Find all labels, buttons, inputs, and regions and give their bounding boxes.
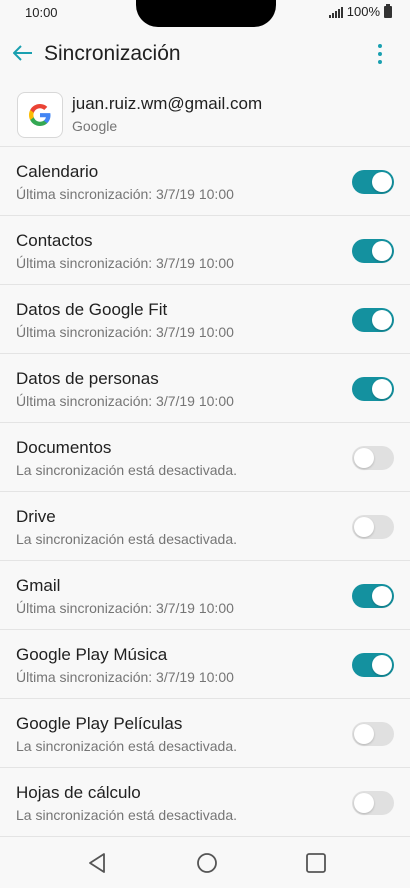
sync-item-title: Datos de personas <box>16 369 159 388</box>
sync-item-title: Contactos <box>16 231 93 250</box>
app-bar: Sincronización <box>0 26 410 82</box>
status-icons: 100% <box>328 3 392 19</box>
arrow-back-icon <box>13 45 32 61</box>
nav-back-button[interactable] <box>85 851 109 875</box>
display-notch <box>136 0 276 27</box>
sync-item-status: Última sincronización: 3/7/19 10:00 <box>16 324 234 340</box>
sync-item-status: Última sincronización: 3/7/19 10:00 <box>16 669 234 685</box>
battery-icon <box>384 3 392 18</box>
nav-recents-button[interactable] <box>304 851 328 875</box>
account-provider: Google <box>72 118 118 134</box>
sync-toggle[interactable] <box>352 377 394 401</box>
sync-item-title: Gmail <box>16 576 61 595</box>
google-logo-icon <box>17 92 63 138</box>
sync-item-title: Google Play Películas <box>16 714 183 733</box>
account-email: juan.ruiz.wm@gmail.com <box>72 94 263 113</box>
sync-item-hojas-calculo[interactable]: Hojas de cálculo La sincronización está … <box>0 767 410 836</box>
sync-item-personas[interactable]: Datos de personas Última sincronización:… <box>0 353 410 422</box>
back-button[interactable] <box>10 40 36 66</box>
sync-item-title: Datos de Google Fit <box>16 300 168 319</box>
sync-toggle[interactable] <box>352 239 394 263</box>
sync-item-status: Última sincronización: 3/7/19 10:00 <box>16 393 234 409</box>
account-header: juan.ruiz.wm@gmail.com Google <box>0 84 410 146</box>
sync-item-calendario[interactable]: Calendario Última sincronización: 3/7/19… <box>0 146 410 215</box>
sync-item-status: La sincronización está desactivada. <box>16 462 238 478</box>
sync-toggle[interactable] <box>352 308 394 332</box>
sync-item-title: Google Play Música <box>16 645 168 664</box>
sync-item-drive[interactable]: Drive La sincronización está desactivada… <box>0 491 410 560</box>
sync-item-title: Calendario <box>16 162 99 181</box>
sync-toggle[interactable] <box>352 722 394 746</box>
signal-icon <box>328 6 343 18</box>
sync-toggle[interactable] <box>352 170 394 194</box>
sync-item-status: La sincronización está desactivada. <box>16 807 238 823</box>
sync-item-status: La sincronización está desactivada. <box>16 738 238 754</box>
nav-home-button[interactable] <box>195 851 219 875</box>
sync-toggle[interactable] <box>352 653 394 677</box>
circle-home-icon <box>197 853 217 873</box>
status-bar: 10:00 100% <box>0 0 410 27</box>
sync-toggle[interactable] <box>352 791 394 815</box>
sync-item-status: Última sincronización: 3/7/19 10:00 <box>16 186 234 202</box>
sync-list: Calendario Última sincronización: 3/7/19… <box>0 146 410 836</box>
status-time: 10:00 <box>25 5 58 20</box>
navigation-bar <box>0 836 410 888</box>
sync-toggle[interactable] <box>352 446 394 470</box>
sync-toggle[interactable] <box>352 515 394 539</box>
sync-item-play-musica[interactable]: Google Play Música Última sincronización… <box>0 629 410 698</box>
sync-item-gmail[interactable]: Gmail Última sincronización: 3/7/19 10:0… <box>0 560 410 629</box>
sync-item-status: Última sincronización: 3/7/19 10:00 <box>16 255 234 271</box>
sync-item-documentos[interactable]: Documentos La sincronización está desact… <box>0 422 410 491</box>
square-recents-icon <box>306 853 326 873</box>
sync-item-status: La sincronización está desactivada. <box>16 531 238 547</box>
sync-item-status: Última sincronización: 3/7/19 10:00 <box>16 600 234 616</box>
more-vert-icon <box>378 44 382 48</box>
more-options-button[interactable] <box>368 40 392 68</box>
sync-item-contactos[interactable]: Contactos Última sincronización: 3/7/19 … <box>0 215 410 284</box>
sync-item-play-peliculas[interactable]: Google Play Películas La sincronización … <box>0 698 410 767</box>
battery-percent: 100% <box>346 4 380 19</box>
sync-item-title: Drive <box>16 507 56 526</box>
triangle-back-icon <box>89 853 105 873</box>
sync-toggle[interactable] <box>352 584 394 608</box>
sync-item-google-fit[interactable]: Datos de Google Fit Última sincronizació… <box>0 284 410 353</box>
page-title: Sincronización <box>44 42 181 65</box>
sync-item-title: Documentos <box>16 438 112 457</box>
sync-item-title: Hojas de cálculo <box>16 783 141 802</box>
